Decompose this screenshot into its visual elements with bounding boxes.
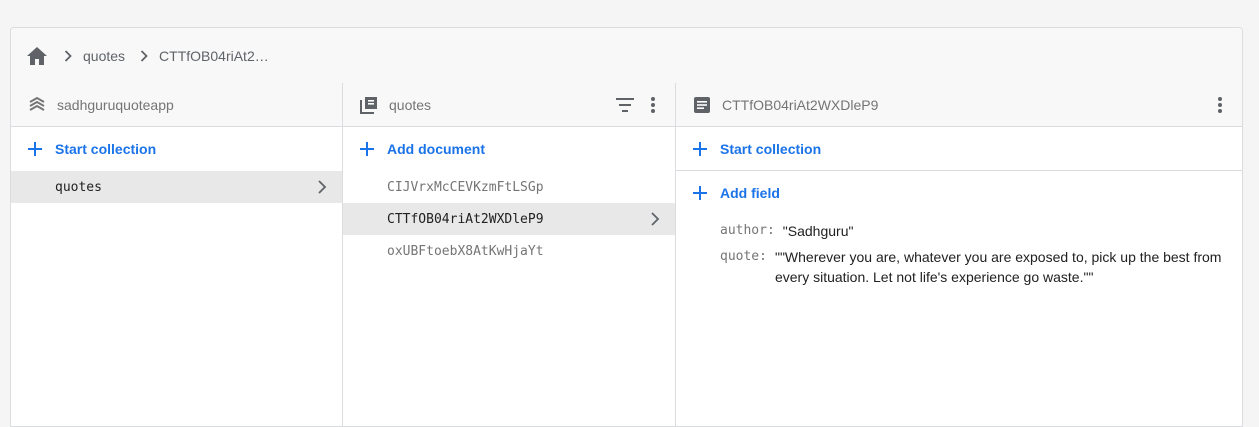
collection-item-quotes[interactable]: quotes	[11, 171, 342, 203]
breadcrumb-item-quotes[interactable]: quotes	[83, 48, 125, 64]
list-item-label: CTTfOB04riAt2WXDleP9	[387, 211, 544, 227]
list-item-label: CIJVrxMcCEVKzmFtLSGp	[387, 179, 544, 195]
collection-title: quotes	[389, 96, 432, 113]
start-subcollection-label: Start collection	[720, 140, 822, 157]
chevron-right-icon	[312, 177, 332, 197]
add-field-button[interactable]: Add field	[676, 171, 1242, 215]
list-item-label: quotes	[55, 179, 102, 195]
home-icon[interactable]	[25, 44, 49, 68]
firestore-stack-icon	[27, 95, 47, 115]
start-collection-button[interactable]: Start collection	[11, 127, 342, 171]
plus-icon	[690, 139, 710, 159]
add-field-label: Add field	[720, 185, 780, 201]
collection-header-actions	[613, 83, 665, 127]
document-item[interactable]: oxUBFtoebX8AtKwHjaYt	[343, 235, 675, 267]
field-value: ""Wherever you are, whatever you are exp…	[774, 249, 1222, 285]
breadcrumb-item-document[interactable]: CTTfOB04riAt2…	[159, 48, 269, 64]
document-item[interactable]: CIJVrxMcCEVKzmFtLSGp	[343, 171, 675, 203]
start-collection-label: Start collection	[55, 141, 157, 157]
field-row-quote[interactable]: quote: ""Wherever you are, whatever you …	[676, 247, 1242, 287]
collection-icon	[359, 95, 379, 115]
document-item[interactable]: CTTfOB04riAt2WXDleP9	[343, 203, 675, 235]
filter-icon[interactable]	[613, 93, 637, 117]
more-vert-icon[interactable]	[1208, 93, 1232, 117]
list-item-label: oxUBFtoebX8AtKwHjaYt	[387, 243, 544, 259]
document-header-actions	[1208, 83, 1232, 127]
plus-icon	[357, 139, 377, 159]
collection-column-header: quotes	[343, 83, 675, 127]
add-document-label: Add document	[387, 141, 485, 157]
field-key: author:	[720, 223, 775, 238]
document-column-header: CTTfOB04riAt2WXDleP9	[676, 83, 1242, 127]
document-column: CTTfOB04riAt2WXDleP9 Start collection Ad…	[676, 83, 1242, 426]
collection-column: quotes Add document CIJVrxMcCEVKzmFtLSGp…	[343, 83, 676, 426]
field-key: quote:	[720, 249, 767, 264]
add-document-button[interactable]: Add document	[343, 127, 675, 171]
chevron-right-icon	[58, 46, 78, 66]
start-subcollection-button[interactable]: Start collection	[676, 127, 1242, 171]
breadcrumb: quotes CTTfOB04riAt2…	[11, 28, 1242, 84]
root-column-header: sadhguruquoteapp	[11, 83, 342, 127]
root-column: sadhguruquoteapp Start collection quotes	[11, 83, 343, 426]
plus-icon	[690, 183, 710, 203]
chevron-right-icon	[645, 209, 665, 229]
project-title: sadhguruquoteapp	[57, 96, 174, 113]
more-vert-icon[interactable]	[641, 93, 665, 117]
firestore-data-panel: quotes CTTfOB04riAt2… sadhguruquoteapp S…	[10, 27, 1243, 427]
field-value: "Sadhguru"	[782, 223, 854, 239]
field-row-author[interactable]: author: "Sadhguru"	[676, 221, 1242, 241]
plus-icon	[25, 139, 45, 159]
document-icon	[692, 95, 712, 115]
chevron-right-icon	[134, 46, 154, 66]
document-title: CTTfOB04riAt2WXDleP9	[722, 96, 879, 113]
